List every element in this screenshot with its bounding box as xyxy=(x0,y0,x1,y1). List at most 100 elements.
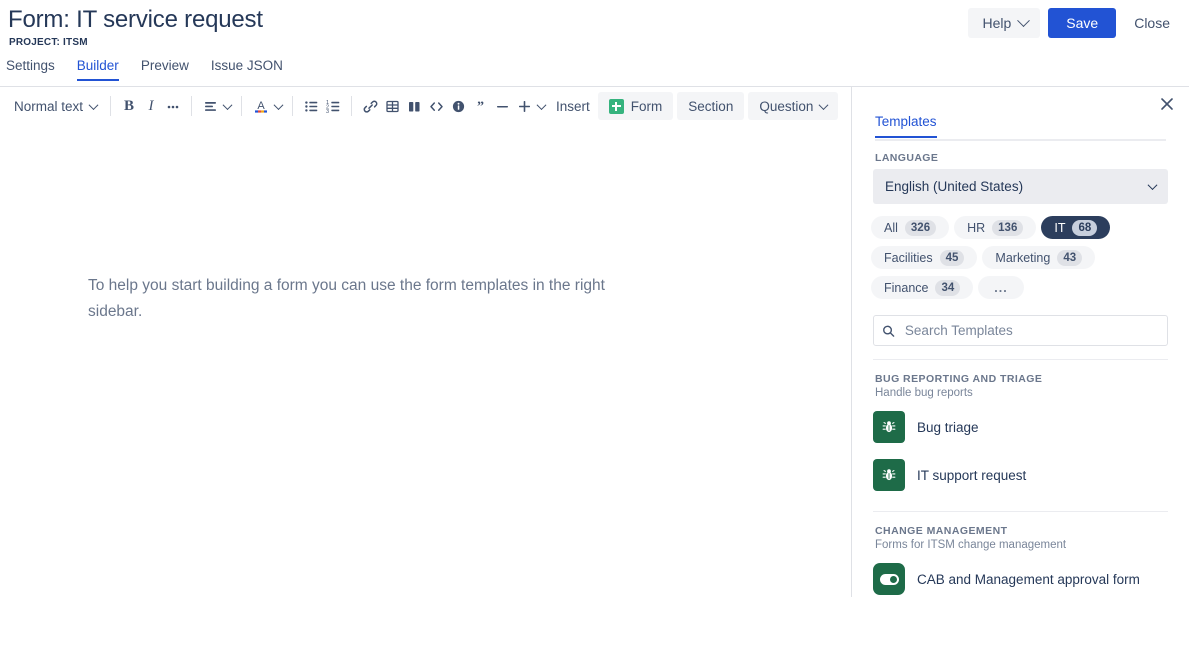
search-input[interactable] xyxy=(902,322,1159,339)
insert-question-button[interactable]: Question xyxy=(748,92,839,120)
language-value: English (United States) xyxy=(885,179,1024,194)
code-button[interactable] xyxy=(425,93,447,119)
svg-text:”: ” xyxy=(477,99,484,114)
chip-count: 136 xyxy=(992,219,1024,236)
svg-text:3: 3 xyxy=(326,108,329,114)
chip-count: 34 xyxy=(935,279,961,296)
category-filters: All 326 HR 136 IT 68 Facilities 45 Marke… xyxy=(871,216,1170,299)
insert-more-dropdown[interactable] xyxy=(513,93,548,119)
sidebar-divider xyxy=(873,359,1168,360)
editor-toolbar: Normal text B I A 1 2 3 ” Insert Form Se… xyxy=(0,87,851,125)
bug-icon xyxy=(873,411,905,443)
language-label: LANGUAGE xyxy=(875,152,939,164)
sidebar-divider xyxy=(873,511,1168,512)
tab-builder[interactable]: Builder xyxy=(76,58,119,81)
chip-label: Facilities xyxy=(884,250,933,265)
toolbar-divider xyxy=(110,96,112,116)
filter-chip-facilities[interactable]: Facilities 45 xyxy=(871,246,978,269)
page-header: Form: IT service request PROJECT: ITSM H… xyxy=(0,0,1189,58)
help-button[interactable]: Help xyxy=(968,8,1041,38)
horizontal-rule-icon xyxy=(496,105,508,107)
chip-count: 45 xyxy=(939,249,965,266)
chevron-down-icon xyxy=(1147,180,1158,191)
close-button[interactable]: Close xyxy=(1124,8,1180,38)
filter-chip-all[interactable]: All 326 xyxy=(871,216,950,239)
info-panel-button[interactable] xyxy=(447,93,469,119)
insert-section-button[interactable]: Section xyxy=(677,92,745,120)
chevron-down-icon xyxy=(1017,13,1031,27)
tab-templates[interactable]: Templates xyxy=(875,114,937,138)
chip-label: HR xyxy=(967,220,986,235)
svg-text:A: A xyxy=(257,100,265,112)
quote-icon: ” xyxy=(477,99,484,114)
template-item-it-support-request[interactable]: IT support request xyxy=(873,455,1168,495)
numbered-list-button[interactable]: 1 2 3 xyxy=(322,93,344,119)
template-name: IT support request xyxy=(917,467,1027,483)
filter-chip-hr[interactable]: HR 136 xyxy=(954,216,1037,239)
tab-settings[interactable]: Settings xyxy=(6,58,55,81)
info-icon xyxy=(452,100,464,112)
save-button[interactable]: Save xyxy=(1048,8,1117,38)
insert-form-label: Form xyxy=(630,98,663,114)
tab-preview[interactable]: Preview xyxy=(141,58,189,81)
bold-button[interactable]: B xyxy=(118,93,140,119)
template-item-bug-triage[interactable]: Bug triage xyxy=(873,407,1168,447)
filter-chip-marketing[interactable]: Marketing 43 xyxy=(982,246,1096,269)
filter-chip-it[interactable]: IT 68 xyxy=(1041,216,1111,239)
search-icon xyxy=(883,325,895,337)
group-title: CHANGE MANAGEMENT xyxy=(875,525,1008,537)
text-color-dropdown[interactable]: A xyxy=(249,93,285,119)
divider-button[interactable] xyxy=(491,93,513,119)
chip-count: 68 xyxy=(1072,219,1098,236)
insert-label: Insert xyxy=(556,98,590,114)
filter-chip-more[interactable]: ... xyxy=(978,276,1024,299)
group-description: Forms for ITSM change management xyxy=(875,539,1067,551)
link-icon xyxy=(363,100,377,113)
plus-icon xyxy=(519,100,531,112)
insert-form-button[interactable]: Form xyxy=(597,92,674,120)
text-style-label: Normal text xyxy=(14,98,84,114)
filter-chip-finance[interactable]: Finance 34 xyxy=(871,276,974,299)
chip-label: Finance xyxy=(884,280,929,295)
group-description: Handle bug reports xyxy=(875,387,973,399)
toggle-icon xyxy=(873,563,905,595)
table-icon xyxy=(385,100,399,112)
more-formatting-icon[interactable] xyxy=(162,93,184,119)
chip-label: IT xyxy=(1054,220,1066,235)
toggle-knob xyxy=(889,575,897,583)
page-title: Form: IT service request xyxy=(8,6,263,33)
chip-label: Marketing xyxy=(995,250,1051,265)
chevron-down-icon xyxy=(222,99,233,110)
toggle-glyph xyxy=(879,573,899,585)
close-sidebar-button[interactable] xyxy=(1156,93,1178,115)
layout-button[interactable] xyxy=(403,93,425,119)
align-left-icon xyxy=(205,101,217,111)
template-name: Bug triage xyxy=(917,419,979,435)
search-templates-box[interactable] xyxy=(873,315,1168,346)
quote-button[interactable]: ” xyxy=(469,93,491,119)
chevron-down-icon xyxy=(273,99,284,110)
body-area: Normal text B I A 1 2 3 ” Insert Form Se… xyxy=(0,87,1189,661)
bullet-list-icon xyxy=(304,100,317,112)
template-item-cab-approval-form[interactable]: CAB and Management approval form xyxy=(873,559,1168,599)
language-select[interactable]: English (United States) xyxy=(873,169,1168,204)
chip-count: 326 xyxy=(904,219,937,236)
table-button[interactable] xyxy=(381,93,403,119)
italic-button[interactable]: I xyxy=(140,93,162,119)
template-group-header: BUG REPORTING AND TRIAGE Handle bug repo… xyxy=(875,373,1166,399)
templates-sidebar: Templates LANGUAGE English (United State… xyxy=(851,87,1189,597)
editor-canvas[interactable]: To help you start building a form you ca… xyxy=(0,125,851,661)
tab-issue-json[interactable]: Issue JSON xyxy=(211,58,283,81)
help-label: Help xyxy=(982,15,1012,31)
text-style-dropdown[interactable]: Normal text xyxy=(8,93,103,119)
layout-columns-icon xyxy=(408,101,420,111)
sidebar-tabs: Templates xyxy=(875,113,1166,141)
link-button[interactable] xyxy=(359,93,381,119)
template-name: CAB and Management approval form xyxy=(917,571,1140,587)
chevron-down-icon xyxy=(88,99,99,110)
align-dropdown[interactable] xyxy=(199,93,234,119)
bullet-list-button[interactable] xyxy=(300,93,322,119)
chip-label: All xyxy=(884,220,898,235)
group-title: BUG REPORTING AND TRIAGE xyxy=(875,373,1043,385)
template-group-header: CHANGE MANAGEMENT Forms for ITSM change … xyxy=(875,525,1166,551)
